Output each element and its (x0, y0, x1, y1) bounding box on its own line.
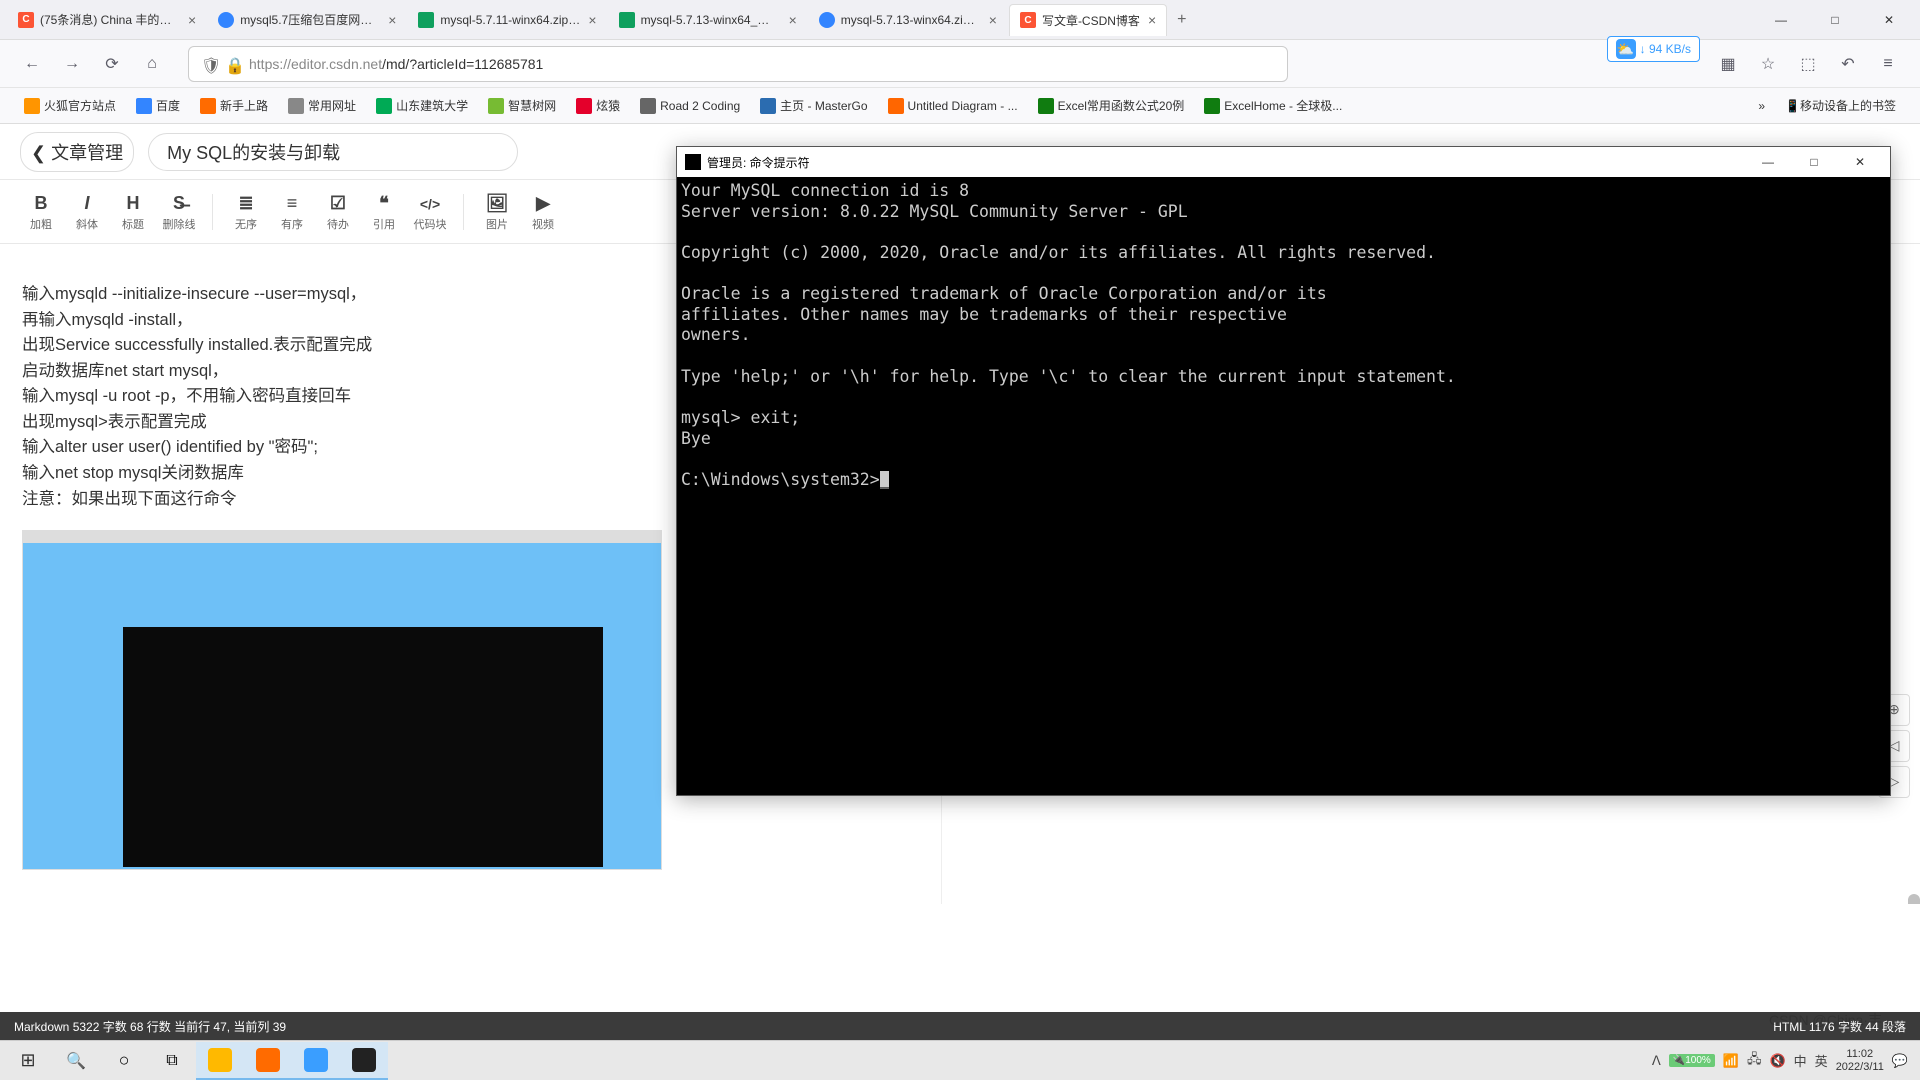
volume-icon[interactable]: 🔇 (1769, 1053, 1785, 1069)
bookmark-item[interactable]: 炫猿 (568, 93, 628, 118)
bookmark-item[interactable]: 常用网址 (280, 93, 364, 118)
bold-button[interactable]: B加粗 (20, 186, 62, 238)
article-title-input[interactable]: My SQL的安装与卸载 (148, 133, 518, 171)
bookmark-item[interactable]: 主页 - MasterGo (752, 93, 875, 118)
bookmark-item[interactable]: Untitled Diagram - ... (880, 93, 1026, 118)
net-icon[interactable]: 🖧 (1747, 1050, 1762, 1072)
tab-close-icon[interactable]: × (588, 12, 596, 28)
tab-close-icon[interactable]: × (1148, 12, 1156, 28)
code-button[interactable]: </>代码块 (409, 186, 451, 238)
extension-icon[interactable]: ⬚ (1792, 48, 1824, 80)
bookmark-item[interactable]: 山东建筑大学 (368, 93, 476, 118)
cmd-output: Your MySQL connection id is 8 Server ver… (677, 177, 1890, 494)
bookmark-item[interactable]: 新手上路 (192, 93, 276, 118)
watermark: CSDN @China·丰 (1769, 1010, 1882, 1030)
video-button[interactable]: ▶视频 (522, 186, 564, 238)
image-button[interactable]: 🖼图片 (476, 186, 518, 238)
window-maximize[interactable]: □ (1812, 4, 1858, 36)
tray-up-icon[interactable]: ᐱ (1652, 1053, 1661, 1069)
nav-forward[interactable]: → (56, 48, 88, 80)
bookmark-item[interactable]: 智慧树网 (480, 93, 564, 118)
tab-close-icon[interactable]: × (789, 12, 797, 28)
taskbar-app-cmd[interactable] (340, 1042, 388, 1080)
url-input[interactable]: 🛡 🔒 https://editor.csdn.net/md/?articleI… (188, 46, 1288, 82)
window-minimize[interactable]: — (1758, 4, 1804, 36)
tab-close-icon[interactable]: × (989, 12, 997, 28)
notification-icon[interactable]: 💬 (1892, 1053, 1908, 1069)
scrollbar-thumb[interactable] (1908, 894, 1920, 904)
bookmark-item[interactable]: Road 2 Coding (632, 93, 748, 118)
qr-icon[interactable]: ▦ (1712, 48, 1744, 80)
cmd-title-text: 管理员: 命令提示符 (707, 154, 810, 171)
bookmark-item[interactable]: 火狐官方站点 (16, 93, 124, 118)
ime-pin[interactable]: 英 (1815, 1051, 1828, 1070)
bookmark-star-icon[interactable]: ☆ (1752, 48, 1784, 80)
lock-icon: 🔒 (225, 56, 241, 72)
cortana-button[interactable]: ○ (100, 1042, 148, 1080)
nav-back[interactable]: ← (16, 48, 48, 80)
status-left: Markdown 5322 字数 68 行数 当前行 47, 当前列 39 (14, 1018, 286, 1035)
editor-status-bar: Markdown 5322 字数 68 行数 当前行 47, 当前列 39 HT… (0, 1012, 1920, 1040)
cmd-minimize[interactable]: — (1746, 148, 1790, 176)
mobile-bookmarks[interactable]: 📱 移动设备上的书签 (1777, 93, 1904, 118)
browser-tab[interactable]: mysql5.7压缩包百度网盘_百...× (208, 4, 406, 36)
browser-tab[interactable]: mysql-5.7.11-winx64.zip_百...× (408, 4, 606, 36)
todo-button[interactable]: ☑待办 (317, 186, 359, 238)
system-tray[interactable]: ᐱ 🔌100% 📶 🖧 🔇 中 英 11:022022/3/11 💬 (1652, 1048, 1916, 1072)
heading-button[interactable]: H标题 (112, 186, 154, 238)
taskbar-app-firefox[interactable] (244, 1042, 292, 1080)
strike-button[interactable]: S̶删除线 (158, 186, 200, 238)
new-tab-button[interactable]: + (1169, 11, 1194, 29)
battery-icon[interactable]: 🔌100% (1669, 1054, 1715, 1067)
bookmark-item[interactable]: 百度 (128, 93, 188, 118)
back-to-articles[interactable]: ❮ 文章管理 (20, 132, 134, 172)
start-button[interactable]: ⊞ (4, 1042, 52, 1080)
ime-zh[interactable]: 中 (1794, 1051, 1807, 1070)
italic-button[interactable]: I斜体 (66, 186, 108, 238)
quote-button[interactable]: ❝引用 (363, 186, 405, 238)
cloud-icon: ⛅ (1616, 39, 1636, 59)
tab-close-icon[interactable]: × (188, 12, 196, 28)
cmd-icon (685, 154, 701, 170)
cmd-maximize[interactable]: □ (1792, 148, 1836, 176)
embedded-image-1 (22, 530, 662, 870)
browser-tab-strip: C(75条消息) China 丰的博客_C...×mysql5.7压缩包百度网盘… (0, 0, 1920, 40)
browser-tab[interactable]: C写文章-CSDN博客× (1009, 4, 1167, 36)
nav-reload[interactable]: ⟳ (96, 48, 128, 80)
window-close[interactable]: ✕ (1866, 4, 1912, 36)
menu-icon[interactable]: ≡ (1872, 48, 1904, 80)
windows-taskbar: ⊞ 🔍 ○ ⧉ ᐱ 🔌100% 📶 🖧 🔇 中 英 11:022022/3/11… (0, 1040, 1920, 1080)
shield-icon: 🛡 (201, 56, 217, 72)
undo-icon[interactable]: ↶ (1832, 48, 1864, 80)
taskbar-app-explorer[interactable] (196, 1042, 244, 1080)
browser-tab[interactable]: C(75条消息) China 丰的博客_C...× (8, 4, 206, 36)
bookmark-item[interactable]: ExcelHome - 全球极... (1196, 93, 1350, 118)
ol-button[interactable]: ≡有序 (271, 186, 313, 238)
speed-value: ↓ 94 KB/s (1640, 42, 1691, 56)
mobile-icon: 📱 (1785, 99, 1800, 113)
ul-button[interactable]: ≣无序 (225, 186, 267, 238)
bookmark-item[interactable]: Excel常用函数公式20例 (1030, 93, 1193, 118)
cmd-close[interactable]: ✕ (1838, 148, 1882, 176)
browser-tab[interactable]: mysql-5.7.13-winx64.zip_免...× (809, 4, 1007, 36)
taskbar-app-baidunetdisk[interactable] (292, 1042, 340, 1080)
taskview-button[interactable]: ⧉ (148, 1042, 196, 1080)
browser-tab[interactable]: mysql-5.7.13-winx64_百度网...× (609, 4, 807, 36)
cmd-titlebar[interactable]: 管理员: 命令提示符 — □ ✕ (677, 147, 1890, 177)
search-button[interactable]: 🔍 (52, 1042, 100, 1080)
cmd-window[interactable]: 管理员: 命令提示符 — □ ✕ Your MySQL connection i… (676, 146, 1891, 796)
bookmarks-bar: 火狐官方站点百度新手上路常用网址山东建筑大学智慧树网炫猿Road 2 Codin… (0, 88, 1920, 124)
wifi-icon[interactable]: 📶 (1723, 1053, 1739, 1069)
tab-close-icon[interactable]: × (388, 12, 396, 28)
clock[interactable]: 11:022022/3/11 (1836, 1048, 1884, 1072)
download-speed-badge: ⛅ ↓ 94 KB/s (1607, 36, 1700, 62)
bookmarks-overflow[interactable]: » (1750, 95, 1773, 117)
nav-home[interactable]: ⌂ (136, 48, 168, 80)
